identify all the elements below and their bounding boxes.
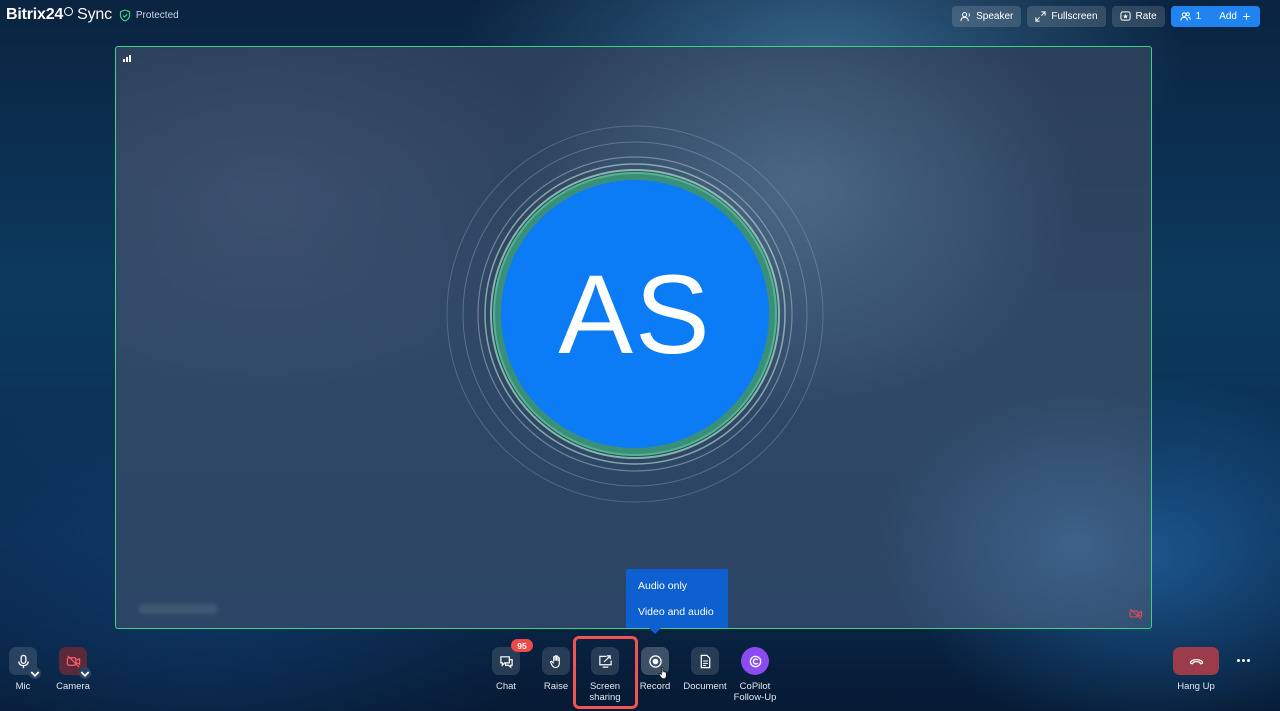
top-bar: Bitrix24 Sync Protected Speaker Fullscre…	[0, 0, 1280, 34]
raise-label: Raise	[543, 681, 569, 692]
phone-hangup-icon	[1189, 658, 1203, 664]
document-button[interactable]	[691, 647, 719, 675]
brand-product: Sync	[77, 6, 112, 23]
participant-video-tile[interactable]: AS	[115, 46, 1152, 629]
camera-off-icon	[1129, 608, 1143, 620]
clock-icon	[64, 6, 74, 16]
brand-logo: Bitrix24 Sync Protected	[6, 6, 179, 24]
signal-strength-icon	[123, 55, 131, 62]
brand-name: Bitrix24	[6, 6, 64, 23]
mic-control[interactable]: Mic	[0, 647, 48, 692]
camera-label: Camera	[56, 681, 90, 692]
chat-unread-badge: 95	[511, 639, 533, 652]
expand-icon	[1035, 11, 1046, 22]
rate-label: Rate	[1135, 11, 1157, 22]
participants-add-button[interactable]: 1 Add	[1170, 6, 1260, 27]
hand-cursor-icon	[658, 666, 667, 680]
plus-icon	[1243, 13, 1250, 20]
speaking-rings	[446, 125, 824, 503]
copilot-label-line1: CoPilot	[739, 681, 771, 692]
fullscreen-label: Fullscreen	[1051, 11, 1098, 22]
hand-icon	[549, 654, 560, 668]
copilot-button[interactable]	[741, 647, 769, 675]
camera-control[interactable]: Camera	[48, 647, 98, 692]
chat-button[interactable]: 95	[492, 639, 533, 675]
mic-label: Mic	[15, 681, 31, 692]
protected-label: Protected	[135, 9, 179, 21]
chat-label: Chat	[495, 681, 517, 692]
mic-button[interactable]	[9, 647, 41, 679]
copilot-label-line2: Follow-Up	[733, 692, 777, 703]
record-options-menu: Audio only Video and audio	[626, 569, 728, 634]
rate-icon	[1119, 11, 1131, 21]
record-option-audio-only[interactable]: Audio only	[626, 580, 728, 606]
participant-name-blurred	[138, 604, 218, 614]
menu-caret	[649, 628, 661, 634]
more-options-icon[interactable]	[1237, 655, 1255, 665]
copilot-control[interactable]: CoPilot Follow-Up	[730, 647, 780, 703]
mic-settings-chevron-icon[interactable]	[29, 667, 41, 679]
document-icon	[700, 654, 710, 668]
hang-up-label: Hang Up	[1177, 681, 1215, 692]
camera-settings-chevron-icon[interactable]	[79, 667, 91, 679]
rate-button[interactable]: Rate	[1111, 6, 1165, 27]
copilot-label: CoPilot Follow-Up	[734, 681, 777, 703]
camera-button[interactable]	[59, 647, 91, 679]
hang-up-button[interactable]	[1173, 647, 1219, 675]
speaker-label: Speaker	[976, 11, 1014, 22]
fullscreen-button[interactable]: Fullscreen	[1027, 6, 1106, 27]
raise-hand-button[interactable]	[542, 647, 570, 675]
participants-count: 1	[1195, 11, 1202, 22]
users-icon	[1180, 12, 1191, 21]
record-label: Record	[639, 681, 671, 692]
speaker-button[interactable]: Speaker	[952, 6, 1022, 27]
copilot-icon	[749, 655, 761, 667]
shield-icon	[119, 8, 131, 22]
add-label: Add	[1219, 11, 1237, 22]
chat-control[interactable]: 95 Chat	[481, 639, 533, 692]
hang-up-control[interactable]: Hang Up	[1166, 647, 1226, 692]
document-control[interactable]: Document	[680, 647, 730, 692]
speaker-mode-icon	[960, 12, 970, 22]
document-label: Document	[683, 681, 727, 692]
screen-sharing-highlight-box	[573, 636, 638, 709]
chat-icon	[499, 655, 513, 668]
record-option-video-and-audio[interactable]: Video and audio	[626, 606, 728, 632]
